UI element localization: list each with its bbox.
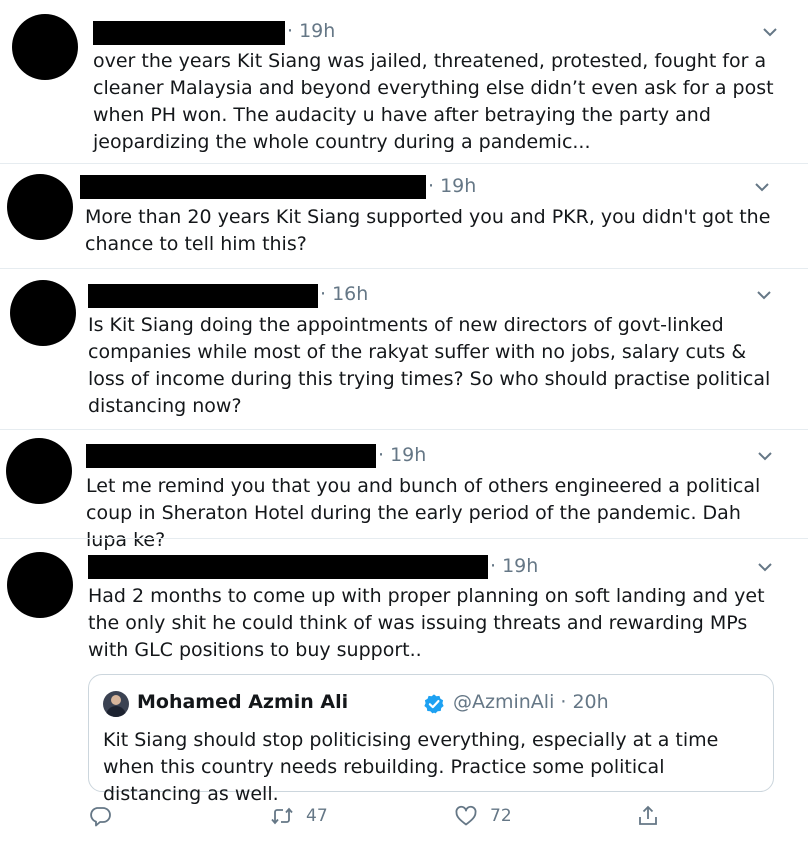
tweet-timestamp[interactable]: · 19h [428,175,476,197]
tweet-timestamp[interactable]: · 19h [287,20,335,42]
like-count: 72 [490,806,512,826]
quoted-author-name: Mohamed Azmin Ali [137,691,349,713]
redacted-username [93,21,285,45]
tweet-text: More than 20 years Kit Siang supported y… [85,206,771,255]
reply-button[interactable] [88,800,112,832]
redacted-username [86,444,376,468]
reply-icon [90,807,111,827]
chevron-down-icon[interactable] [755,557,775,577]
tweet-timestamp[interactable]: · 19h [378,444,426,466]
chevron-down-icon[interactable] [754,285,774,305]
retweet-count: 47 [306,806,328,826]
avatar[interactable] [12,14,78,80]
tweet-text: Is Kit Siang doing the appointments of n… [88,314,771,417]
avatar [103,691,129,717]
verified-icon [424,694,444,714]
like-icon [455,805,477,826]
chevron-down-icon[interactable] [752,177,772,197]
avatar[interactable] [7,174,73,240]
like-button[interactable]: 72 [454,800,512,832]
tweet-text: over the years Kit Siang was jailed, thr… [93,50,774,153]
chevron-down-icon[interactable] [760,22,780,42]
tweet-timestamp[interactable]: · 19h [490,555,538,577]
avatar[interactable] [10,280,76,346]
quoted-tweet-text: Kit Siang should stop politicising every… [103,729,719,805]
redacted-username [88,284,318,308]
redacted-username [80,175,426,199]
redacted-username [88,555,488,579]
tweet-text: Had 2 months to come up with proper plan… [88,585,765,661]
avatar[interactable] [6,438,72,504]
retweet-button[interactable]: 47 [270,800,328,832]
avatar[interactable] [7,552,73,618]
retweet-icon [271,807,293,825]
share-icon [639,805,657,825]
chevron-down-icon[interactable] [755,446,775,466]
tweet-text: Let me remind you that you and bunch of … [86,475,761,551]
quoted-handle-time: @AzminAli · 20h [453,691,609,713]
quoted-tweet[interactable]: Mohamed Azmin Ali @AzminAli · 20h Kit Si… [88,674,774,805]
share-button[interactable] [636,800,660,832]
tweet-timestamp[interactable]: · 16h [320,283,368,305]
